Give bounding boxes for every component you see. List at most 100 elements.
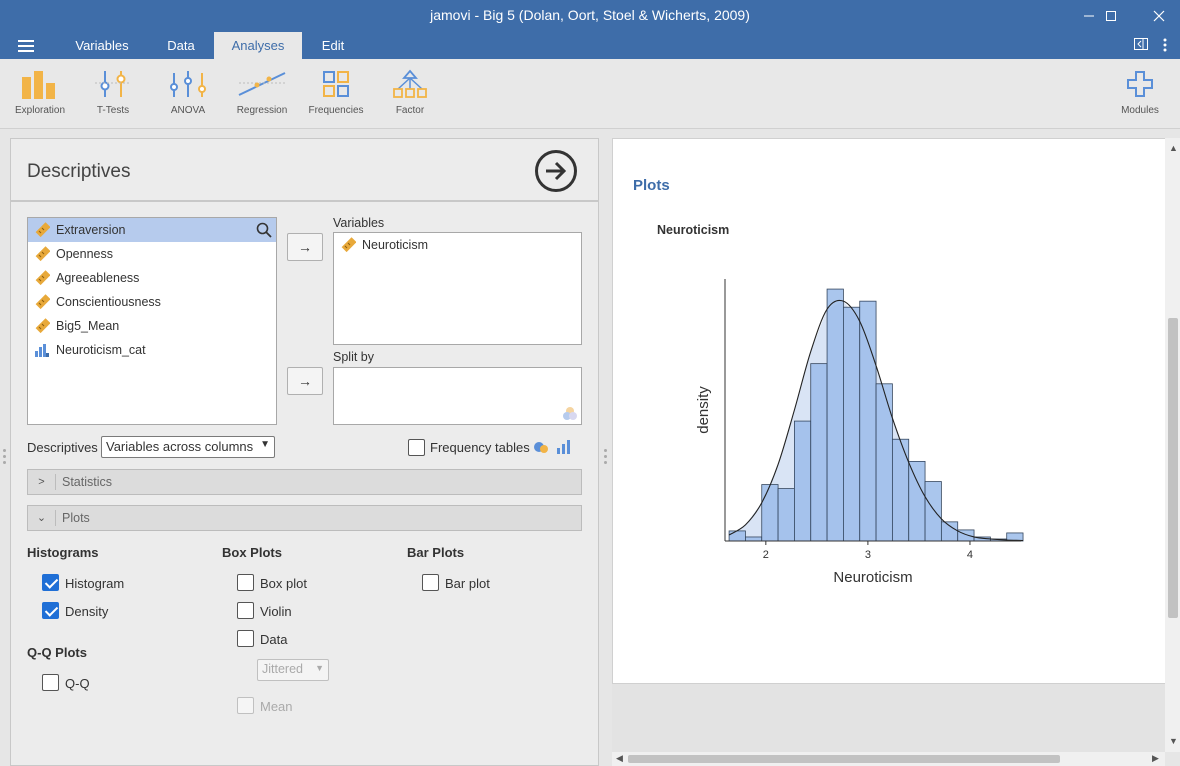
factor-button[interactable]: Factor xyxy=(375,69,445,116)
histogram-bar xyxy=(891,438,910,542)
histogram-bar xyxy=(924,481,942,542)
histograms-heading: Histograms xyxy=(27,545,99,560)
data-jitter-select[interactable]: Jittered ▼ xyxy=(257,659,329,681)
panel-divider xyxy=(11,200,598,202)
histogram-bar xyxy=(875,383,893,542)
analysis-options-panel: Descriptives Extraversion Openness Agreeab… xyxy=(10,138,599,766)
histogram-bar xyxy=(842,306,861,542)
panel-splitter-handle[interactable] xyxy=(604,449,607,467)
nominal-types-icon xyxy=(563,407,577,420)
statistics-section-toggle[interactable]: > Statistics xyxy=(27,469,582,495)
variable-list-item[interactable]: Agreeableness xyxy=(28,266,276,290)
histogram-bar xyxy=(728,530,746,542)
variables-target-box[interactable]: Neuroticism xyxy=(333,232,582,345)
x-tick-label: 3 xyxy=(865,549,871,561)
histogram-bar xyxy=(794,420,812,542)
mean-label: Mean xyxy=(260,699,293,714)
variable-list-label: Extraversion xyxy=(56,223,126,237)
run-analysis-button[interactable] xyxy=(535,150,577,192)
plus-icon xyxy=(1127,71,1153,97)
density-checkbox[interactable] xyxy=(42,602,59,619)
results-empty-area xyxy=(612,684,1165,752)
hamburger-menu-icon[interactable] xyxy=(18,40,34,52)
histogram-bar xyxy=(826,288,844,542)
frequencies-button[interactable]: Frequencies xyxy=(301,69,371,116)
exploration-button[interactable]: Exploration xyxy=(5,69,75,116)
ruler-icon xyxy=(35,246,50,262)
variable-list-item[interactable]: Conscientiousness xyxy=(28,290,276,314)
more-options-icon[interactable] xyxy=(1163,38,1167,55)
tab-analyses[interactable]: Analyses xyxy=(214,32,302,59)
histogram-bar xyxy=(940,521,959,542)
scroll-down-icon[interactable]: ▼ xyxy=(1169,736,1178,746)
descriptives-layout-select[interactable]: Variables across columns ▼ xyxy=(101,436,275,458)
mean-checkbox[interactable] xyxy=(237,697,254,714)
ruler-icon xyxy=(35,318,50,334)
data-checkbox[interactable] xyxy=(237,630,254,647)
analyses-ribbon: Exploration T-Tests ANOVA Regression Fre… xyxy=(0,59,1180,129)
frequencies-label: Frequencies xyxy=(308,105,364,116)
t-tests-button[interactable]: T-Tests xyxy=(78,69,148,116)
ruler-icon xyxy=(35,270,50,286)
modules-label: Modules xyxy=(1121,105,1159,116)
scroll-left-icon[interactable]: ◀ xyxy=(616,753,623,764)
split-by-target-box[interactable] xyxy=(333,367,582,425)
scroll-up-icon[interactable]: ▲ xyxy=(1169,143,1178,153)
x-tick-label: 2 xyxy=(763,549,769,561)
ruler-icon xyxy=(35,222,50,238)
statistics-section-label: Statistics xyxy=(62,475,113,489)
plots-section-toggle[interactable]: ⌄ Plots xyxy=(27,505,582,531)
move-to-variables-button[interactable]: → xyxy=(287,233,323,261)
frequency-tables-checkbox[interactable] xyxy=(408,439,425,456)
regression-button[interactable]: Regression xyxy=(227,69,297,116)
close-button[interactable] xyxy=(1136,0,1180,32)
results-horizontal-scrollbar[interactable]: ◀ ▶ xyxy=(612,752,1165,766)
regression-icon xyxy=(238,72,286,96)
violin-checkbox[interactable] xyxy=(237,602,254,619)
ruler-icon xyxy=(341,237,356,253)
variable-list-label: Big5_Mean xyxy=(56,319,120,333)
t-tests-icon xyxy=(95,71,131,97)
histogram-chart: 2 3 4 Neuroticism density xyxy=(695,279,1024,586)
data-jitter-value: Jittered xyxy=(262,662,303,676)
selected-variable-label: Neuroticism xyxy=(362,238,428,252)
variable-list-label: Conscientiousness xyxy=(56,295,161,309)
variable-list-item[interactable]: Extraversion xyxy=(28,218,276,242)
chevron-down-icon: ⌄ xyxy=(28,510,56,526)
move-to-split-by-button[interactable]: → xyxy=(287,367,323,395)
tab-variables[interactable]: Variables xyxy=(62,32,142,59)
ordinal-bars-icon xyxy=(557,440,570,454)
variable-list-item[interactable]: Openness xyxy=(28,242,276,266)
tab-data[interactable]: Data xyxy=(150,32,212,59)
qq-plots-heading: Q-Q Plots xyxy=(27,645,87,660)
variable-list-label: Openness xyxy=(56,247,113,261)
anova-button[interactable]: ANOVA xyxy=(153,69,223,116)
nominal-bars-icon xyxy=(35,344,49,357)
results-vertical-scrollbar[interactable]: ▲ ▼ xyxy=(1165,138,1180,752)
exploration-icon xyxy=(22,71,55,99)
bar-plot-checkbox[interactable] xyxy=(422,574,439,591)
selected-variable-item[interactable]: Neuroticism xyxy=(334,233,581,257)
horizontal-scroll-thumb[interactable] xyxy=(628,755,1060,763)
search-icon[interactable] xyxy=(256,222,272,241)
histogram-bar xyxy=(777,488,795,542)
histogram-checkbox[interactable] xyxy=(42,574,59,591)
variable-list-item[interactable]: Big5_Mean xyxy=(28,314,276,338)
maximize-button[interactable] xyxy=(1088,0,1134,32)
histogram-bar xyxy=(745,536,763,542)
box-plot-checkbox[interactable] xyxy=(237,574,254,591)
vertical-scroll-thumb[interactable] xyxy=(1168,318,1178,618)
results-mode-icon[interactable] xyxy=(1134,38,1148,53)
tab-edit[interactable]: Edit xyxy=(306,32,360,59)
variable-list-item[interactable]: Neuroticism_cat xyxy=(28,338,276,362)
analysis-title: Descriptives xyxy=(27,161,131,182)
regression-label: Regression xyxy=(236,105,288,116)
available-variables-list[interactable]: Extraversion Openness Agreeableness Conscie… xyxy=(27,217,277,425)
plots-section-label: Plots xyxy=(62,511,90,525)
x-tick-label: 4 xyxy=(967,549,973,561)
left-splitter-handle[interactable] xyxy=(3,449,6,467)
x-axis-label: Neuroticism xyxy=(833,569,912,586)
qq-checkbox[interactable] xyxy=(42,674,59,691)
modules-button[interactable]: Modules xyxy=(1105,69,1175,116)
scroll-right-icon[interactable]: ▶ xyxy=(1152,753,1159,764)
